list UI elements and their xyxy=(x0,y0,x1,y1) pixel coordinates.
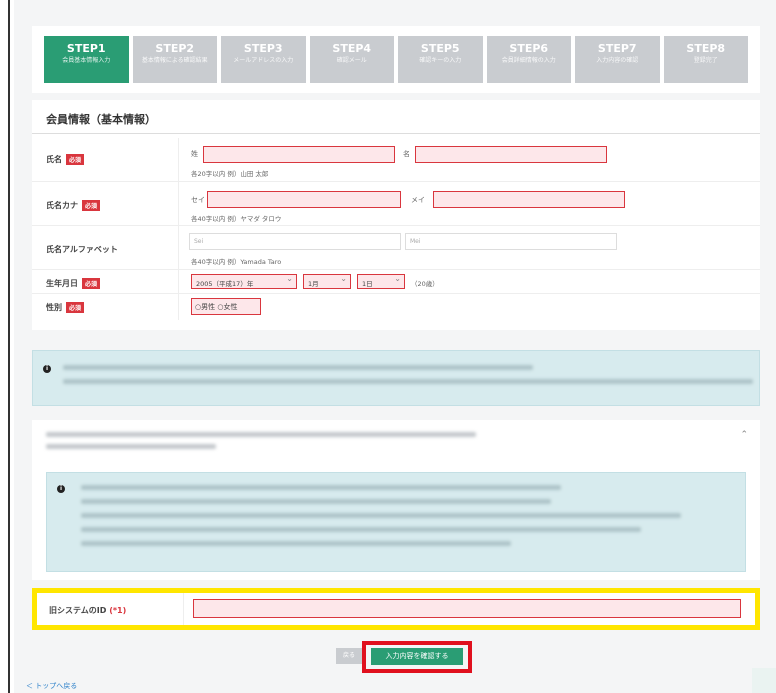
step-progress: STEP1 会員基本情報入力 STEP2 基本情報による確認結果 STEP3 メ… xyxy=(32,26,760,93)
birth-year-select[interactable]: 2005（平成17）年 xyxy=(191,274,297,289)
footnote-mark: (*1) xyxy=(109,606,127,615)
member-info-panel: 会員情報（基本情報） 氏名 必須 姓 名 各20字以内 例）山田 太郎 氏名カナ… xyxy=(32,100,760,330)
old-system-id-label-text: 旧システムのID xyxy=(49,606,107,615)
name-fields: 姓 名 各20字以内 例）山田 太郎 xyxy=(178,138,760,181)
chevron-up-icon[interactable]: ⌃ xyxy=(740,430,748,440)
name-row: 氏名 必須 姓 名 各20字以内 例）山田 太郎 xyxy=(32,138,760,182)
step-2: STEP2 基本情報による確認結果 xyxy=(132,36,217,83)
required-badge: 必須 xyxy=(66,154,85,165)
step-subtitle: 基本情報による確認結果 xyxy=(141,57,208,64)
step-title: STEP7 xyxy=(597,42,637,55)
confirm-highlight-frame: 入力内容を確認する xyxy=(362,641,472,673)
back-button[interactable]: 戻る xyxy=(336,648,362,664)
sei-placeholder: Sei xyxy=(194,238,204,245)
old-system-id-input[interactable] xyxy=(193,599,741,618)
step-title: STEP6 xyxy=(509,42,549,55)
birthdate-label: 生年月日 必須 xyxy=(46,278,101,289)
age-display: （20歳） xyxy=(411,280,439,288)
kana-hint: 各40字以内 例）ヤマダ タロウ xyxy=(191,215,282,223)
blurred-text xyxy=(81,513,681,518)
step-subtitle: 会員基本情報入力 xyxy=(62,57,111,64)
accordion-section: ⌃ i xyxy=(32,420,760,580)
required-badge: 必須 xyxy=(66,302,85,313)
step-7: STEP7 入力内容の確認 xyxy=(575,36,660,83)
corner-widget xyxy=(752,668,776,693)
step-title: STEP8 xyxy=(686,42,726,55)
first-name-kana-input[interactable] xyxy=(433,191,625,208)
panel-title: 会員情報（基本情報） xyxy=(32,100,760,134)
blurred-heading xyxy=(46,444,216,449)
blurred-text xyxy=(81,499,551,504)
alphabet-row: 氏名アルファベット Sei Mei 各40字以内 例）Yamada Taro xyxy=(32,226,760,270)
step-subtitle: 会員詳細情報の入力 xyxy=(501,57,556,64)
step-1: STEP1 会員基本情報入力 xyxy=(44,36,129,83)
mei-prefix: 名 xyxy=(403,150,410,158)
row-divider xyxy=(183,593,184,625)
birth-day-select[interactable]: 1日 xyxy=(357,274,405,289)
name-label-text: 氏名 xyxy=(46,155,62,164)
sei-prefix: 姓 xyxy=(191,150,198,158)
last-name-input[interactable] xyxy=(203,146,395,163)
info-notice-inner: i xyxy=(46,472,746,572)
name-hint: 各20字以内 例）山田 太郎 xyxy=(191,170,269,178)
blurred-text xyxy=(63,365,533,370)
back-to-top-link[interactable]: ＜ トップへ戻る xyxy=(26,681,77,691)
info-circle-icon: i xyxy=(57,485,65,493)
kana-fields: セイ メイ 各40字以内 例）ヤマダ タロウ xyxy=(178,182,760,225)
blurred-text xyxy=(81,485,561,490)
alphabet-label: 氏名アルファベット xyxy=(46,245,118,254)
gender-fields: ○男性 ○女性 xyxy=(178,294,760,320)
step-title: STEP2 xyxy=(155,42,195,55)
kana-label-text: 氏名カナ xyxy=(46,201,78,210)
gender-label: 性別 必須 xyxy=(46,302,85,313)
mei-alphabet-input[interactable]: Mei xyxy=(405,233,617,250)
mei-kana-prefix: メイ xyxy=(411,196,425,204)
birthdate-label-text: 生年月日 xyxy=(46,279,78,288)
alphabet-fields: Sei Mei 各40字以内 例）Yamada Taro xyxy=(178,226,760,269)
step-title: STEP5 xyxy=(420,42,460,55)
last-name-kana-input[interactable] xyxy=(207,191,401,208)
step-6: STEP6 会員詳細情報の入力 xyxy=(486,36,571,83)
step-3: STEP3 メールアドレスの入力 xyxy=(221,36,306,83)
left-border xyxy=(8,0,10,693)
step-subtitle: メールアドレスの入力 xyxy=(233,57,294,64)
blurred-text xyxy=(63,379,753,384)
step-subtitle: 入力内容の確認 xyxy=(596,57,639,64)
confirm-button[interactable]: 入力内容を確認する xyxy=(371,648,463,665)
step-subtitle: 確認メール xyxy=(336,57,367,64)
step-title: STEP3 xyxy=(243,42,283,55)
old-system-id-label: 旧システムのID (*1) xyxy=(49,605,126,616)
step-8: STEP8 登録完了 xyxy=(663,36,748,83)
required-badge: 必須 xyxy=(82,278,101,289)
old-system-id-row: 旧システムのID (*1) xyxy=(32,588,760,630)
step-4: STEP4 確認メール xyxy=(309,36,394,83)
birth-month-select[interactable]: 1月 xyxy=(303,274,351,289)
gender-row: 性別 必須 ○男性 ○女性 xyxy=(32,294,760,320)
birthdate-row: 生年月日 必須 2005（平成17）年 1月 1日 （20歳） xyxy=(32,270,760,294)
required-badge: 必須 xyxy=(82,200,101,211)
blurred-heading xyxy=(46,432,476,437)
step-title: STEP4 xyxy=(332,42,372,55)
info-notice: i xyxy=(32,350,760,406)
blurred-text xyxy=(81,527,641,532)
step-title: STEP1 xyxy=(66,42,106,55)
step-5: STEP5 確認キーの入力 xyxy=(398,36,483,83)
sei-alphabet-input[interactable]: Sei xyxy=(189,233,401,250)
first-name-input[interactable] xyxy=(415,146,607,163)
gender-label-text: 性別 xyxy=(46,303,62,312)
gender-radio-group[interactable]: ○男性 ○女性 xyxy=(191,298,261,315)
birthdate-fields: 2005（平成17）年 1月 1日 （20歳） xyxy=(178,270,760,293)
sei-kana-prefix: セイ xyxy=(191,196,205,204)
info-circle-icon: i xyxy=(43,365,51,373)
blurred-text xyxy=(81,541,511,546)
name-label: 氏名 必須 xyxy=(46,154,85,165)
alphabet-hint: 各40字以内 例）Yamada Taro xyxy=(191,258,282,266)
mei-placeholder: Mei xyxy=(410,238,421,245)
kana-row: 氏名カナ 必須 セイ メイ 各40字以内 例）ヤマダ タロウ xyxy=(32,182,760,226)
step-subtitle: 確認キーの入力 xyxy=(419,57,462,64)
step-subtitle: 登録完了 xyxy=(693,57,718,64)
kana-label: 氏名カナ 必須 xyxy=(46,200,101,211)
